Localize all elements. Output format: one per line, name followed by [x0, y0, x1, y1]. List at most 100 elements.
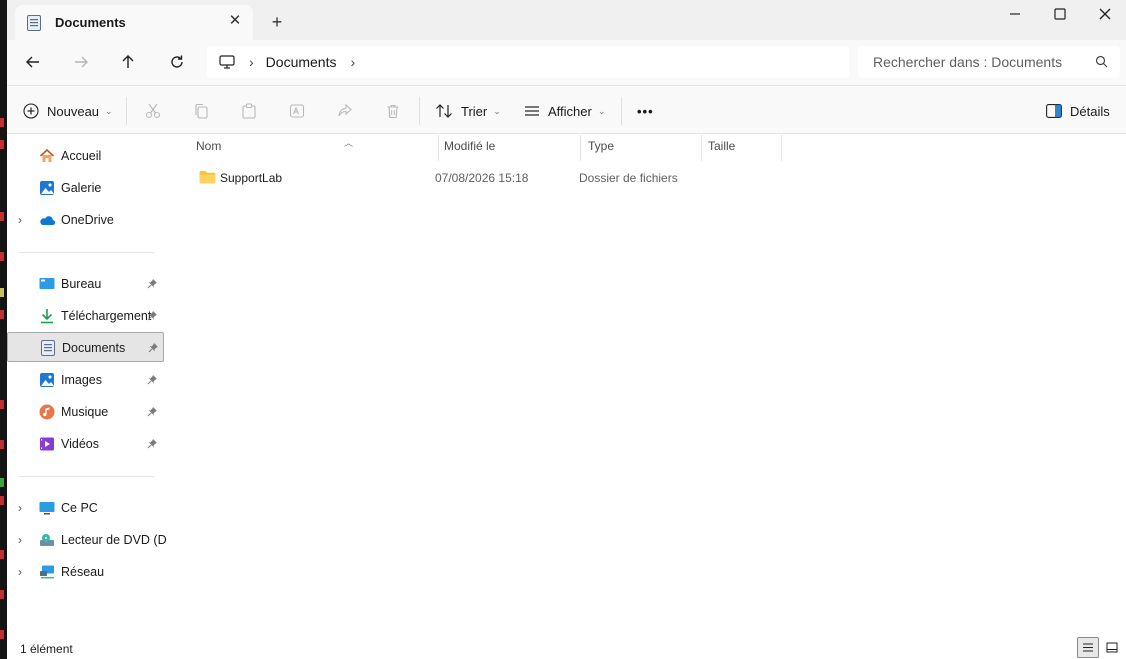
- chevron-down-icon: ⌄: [597, 105, 606, 116]
- chevron-right-icon[interactable]: ›: [18, 565, 22, 579]
- search-input[interactable]: Rechercher dans : Documents: [858, 46, 1120, 78]
- documents-icon: [40, 340, 56, 356]
- nav-item-dvd-drive[interactable]: › Lecteur de DVD (D:): [7, 525, 174, 555]
- file-type: Dossier de fichiers: [579, 171, 678, 185]
- file-explorer-window: Documents ✕ + › Documents › Rechercher d…: [7, 0, 1126, 659]
- title-bar: Documents ✕ +: [7, 0, 1126, 40]
- sort-icon: [435, 103, 453, 119]
- column-header-name[interactable]: Nom ︿: [196, 138, 438, 161]
- close-tab-icon[interactable]: ✕: [227, 13, 243, 29]
- videos-icon: [39, 436, 55, 452]
- sort-label: Trier: [461, 103, 488, 119]
- column-divider[interactable]: [438, 135, 439, 161]
- onedrive-icon: [39, 212, 55, 228]
- divider: [419, 97, 420, 125]
- pin-icon[interactable]: [147, 438, 158, 452]
- chevron-right-icon[interactable]: ›: [18, 501, 22, 515]
- tab-documents[interactable]: Documents ✕: [15, 5, 253, 40]
- maximize-button[interactable]: [1037, 0, 1083, 28]
- pin-icon[interactable]: [147, 310, 158, 324]
- details-pane-button[interactable]: Détails: [1046, 99, 1110, 123]
- breadcrumb-chevron-icon[interactable]: ›: [350, 54, 355, 70]
- chevron-down-icon: ⌄: [493, 105, 501, 116]
- chevron-right-icon[interactable]: ›: [18, 213, 22, 227]
- details-view-button[interactable]: [1077, 637, 1099, 658]
- nav-item-gallery[interactable]: Galerie: [7, 173, 164, 203]
- column-label: Nom: [196, 139, 222, 153]
- address-bar[interactable]: › Documents ›: [207, 46, 849, 78]
- this-pc-icon: [39, 500, 55, 516]
- new-label: Nouveau: [47, 103, 100, 119]
- sort-button[interactable]: Trier ⌄: [435, 99, 501, 123]
- new-tab-button[interactable]: +: [267, 12, 287, 32]
- nav-label: Bureau: [61, 277, 102, 291]
- nav-item-desktop[interactable]: Bureau: [7, 269, 164, 299]
- nav-item-home[interactable]: Accueil: [7, 141, 164, 171]
- pin-icon[interactable]: [147, 374, 158, 388]
- new-button[interactable]: Nouveau ⌄: [23, 99, 113, 123]
- nav-item-network[interactable]: › Réseau: [7, 557, 164, 587]
- tab-title: Documents: [55, 15, 126, 30]
- column-divider[interactable]: [781, 135, 782, 161]
- nav-label: Lecteur de DVD (D:): [61, 533, 175, 547]
- command-bar: Nouveau ⌄ Trier ⌄ Afficher ⌄ ••• Détails: [7, 87, 1126, 134]
- tiles-view-button[interactable]: [1101, 637, 1123, 658]
- file-list: Nom ︿ Modifié le Type Taille SupportLab …: [166, 135, 1126, 635]
- cut-icon[interactable]: [143, 101, 163, 121]
- breadcrumb-chevron-icon[interactable]: ›: [249, 54, 254, 70]
- chevron-right-icon[interactable]: ›: [18, 533, 22, 547]
- file-name: SupportLab: [220, 171, 283, 185]
- view-lines-icon: [524, 103, 540, 119]
- nav-item-music[interactable]: Musique: [7, 397, 164, 427]
- rename-icon[interactable]: [287, 101, 307, 121]
- monitor-icon[interactable]: [219, 54, 235, 70]
- pin-icon[interactable]: [148, 342, 159, 356]
- search-icon: [1095, 55, 1108, 71]
- refresh-button[interactable]: [163, 50, 191, 74]
- column-header-modified[interactable]: Modifié le: [444, 139, 580, 161]
- nav-item-this-pc[interactable]: › Ce PC: [7, 493, 164, 523]
- up-button[interactable]: [114, 50, 142, 74]
- nav-label: Accueil: [61, 149, 102, 163]
- item-count: 1 élément: [20, 642, 73, 656]
- nav-divider: [19, 476, 154, 477]
- column-header-type[interactable]: Type: [588, 139, 701, 161]
- table-row[interactable]: SupportLab 07/08/2026 15:18 Dossier de f…: [182, 167, 782, 189]
- view-label: Afficher: [548, 103, 592, 119]
- nav-label: Galerie: [61, 181, 102, 195]
- pictures-icon: [39, 372, 55, 388]
- nav-item-documents[interactable]: Documents: [7, 332, 164, 362]
- status-bar: 1 élément: [7, 636, 1126, 659]
- add-circle-icon: [23, 103, 39, 119]
- view-button[interactable]: Afficher ⌄: [524, 99, 605, 123]
- divider: [621, 97, 622, 125]
- pin-icon[interactable]: [147, 406, 158, 420]
- delete-icon[interactable]: [383, 101, 403, 121]
- nav-label: Vidéos: [61, 437, 99, 451]
- column-header-size[interactable]: Taille: [708, 139, 781, 161]
- close-window-button[interactable]: [1082, 0, 1126, 28]
- forward-button[interactable]: [67, 50, 95, 74]
- chevron-down-icon: ⌄: [105, 105, 113, 116]
- nav-item-onedrive[interactable]: › OneDrive: [7, 205, 164, 235]
- nav-item-videos[interactable]: Vidéos: [7, 429, 164, 459]
- more-options-button[interactable]: •••: [637, 99, 654, 123]
- search-placeholder: Rechercher dans : Documents: [873, 54, 1063, 70]
- navigation-pane: Accueil Galerie › OneDrive Bureau Téléch…: [7, 135, 174, 635]
- column-divider[interactable]: [580, 135, 581, 161]
- minimize-button[interactable]: [992, 0, 1038, 28]
- pin-icon[interactable]: [147, 278, 158, 292]
- share-icon[interactable]: [335, 101, 355, 121]
- sort-ascending-icon: ︿: [344, 138, 354, 148]
- nav-item-pictures[interactable]: Images: [7, 365, 164, 395]
- copy-icon[interactable]: [191, 101, 211, 121]
- back-button[interactable]: [19, 50, 47, 74]
- details-view-icon: [1083, 643, 1093, 652]
- paste-icon[interactable]: [239, 101, 259, 121]
- nav-item-downloads[interactable]: Téléchargement: [7, 301, 164, 331]
- gallery-icon: [39, 180, 55, 196]
- column-divider[interactable]: [701, 135, 702, 161]
- breadcrumb-documents[interactable]: Documents: [266, 54, 337, 70]
- details-label: Détails: [1070, 103, 1110, 119]
- nav-label: OneDrive: [61, 213, 114, 227]
